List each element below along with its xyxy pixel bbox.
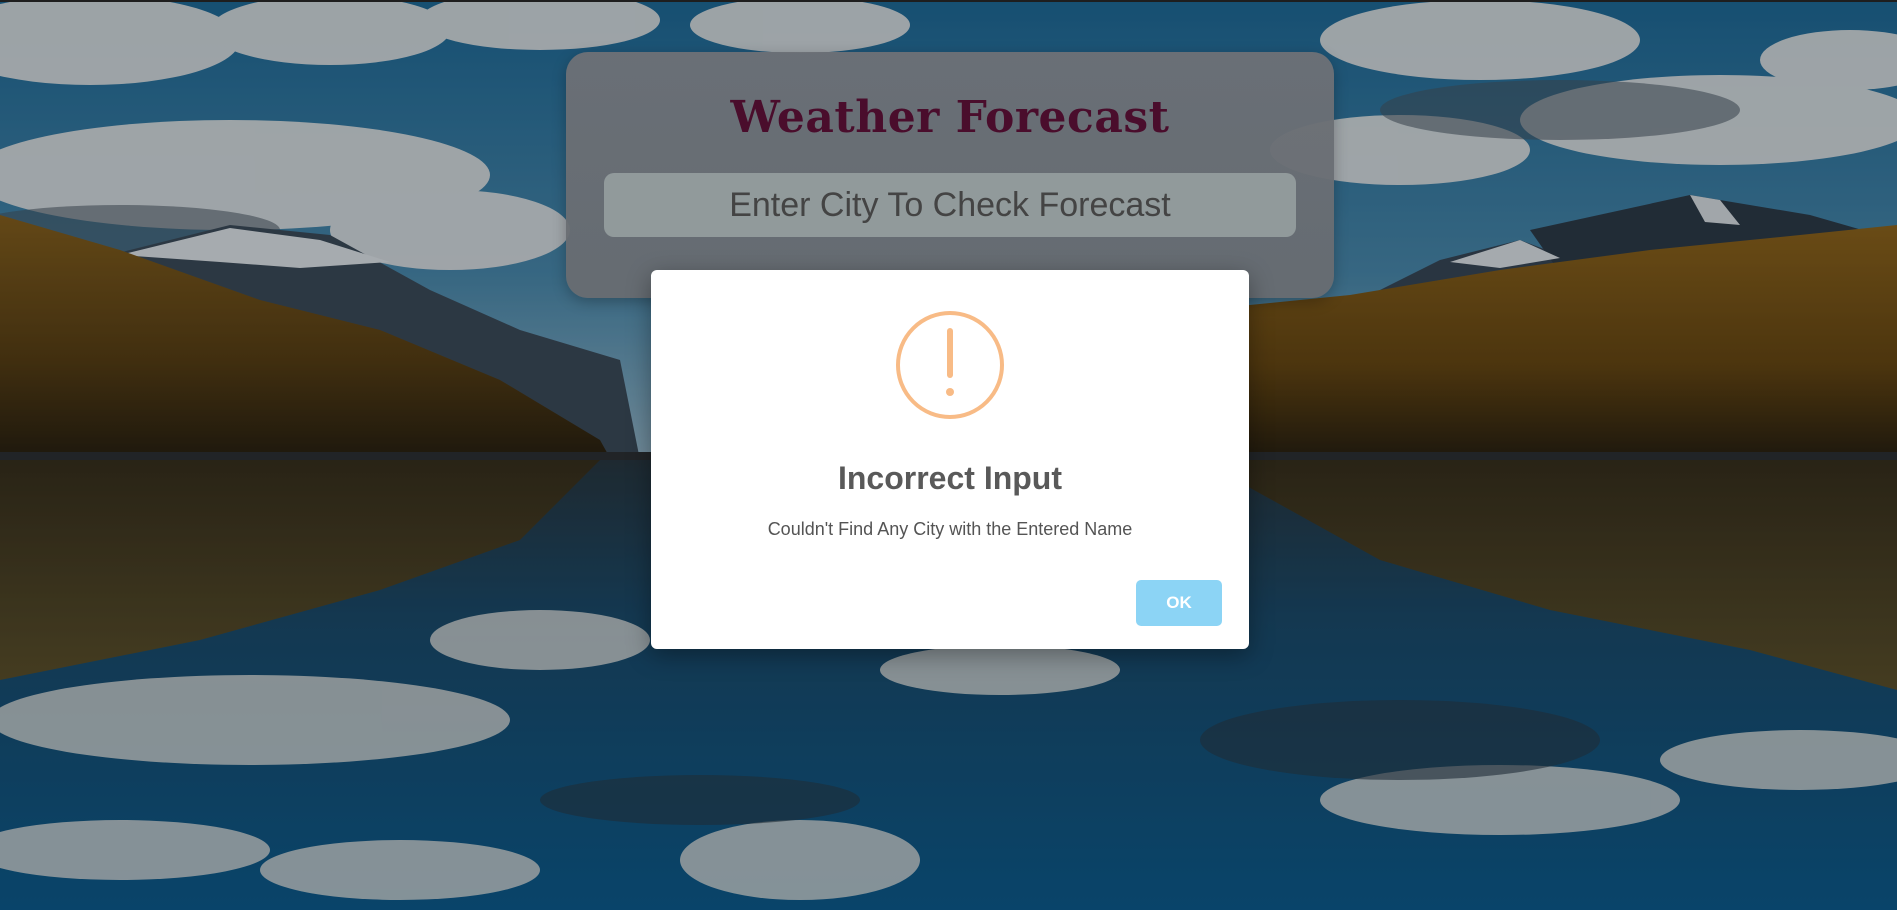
alert-dialog: Incorrect Input Couldn't Find Any City w…	[651, 270, 1249, 649]
warning-icon	[896, 311, 1004, 419]
ok-button[interactable]: OK	[1136, 580, 1222, 626]
alert-message: Couldn't Find Any City with the Entered …	[767, 519, 1133, 539]
alert-title: Incorrect Input	[837, 460, 1062, 496]
app-title: Weather Forecast	[730, 92, 1170, 143]
city-search-input[interactable]	[604, 173, 1296, 237]
forecast-card: Weather Forecast	[566, 52, 1334, 298]
